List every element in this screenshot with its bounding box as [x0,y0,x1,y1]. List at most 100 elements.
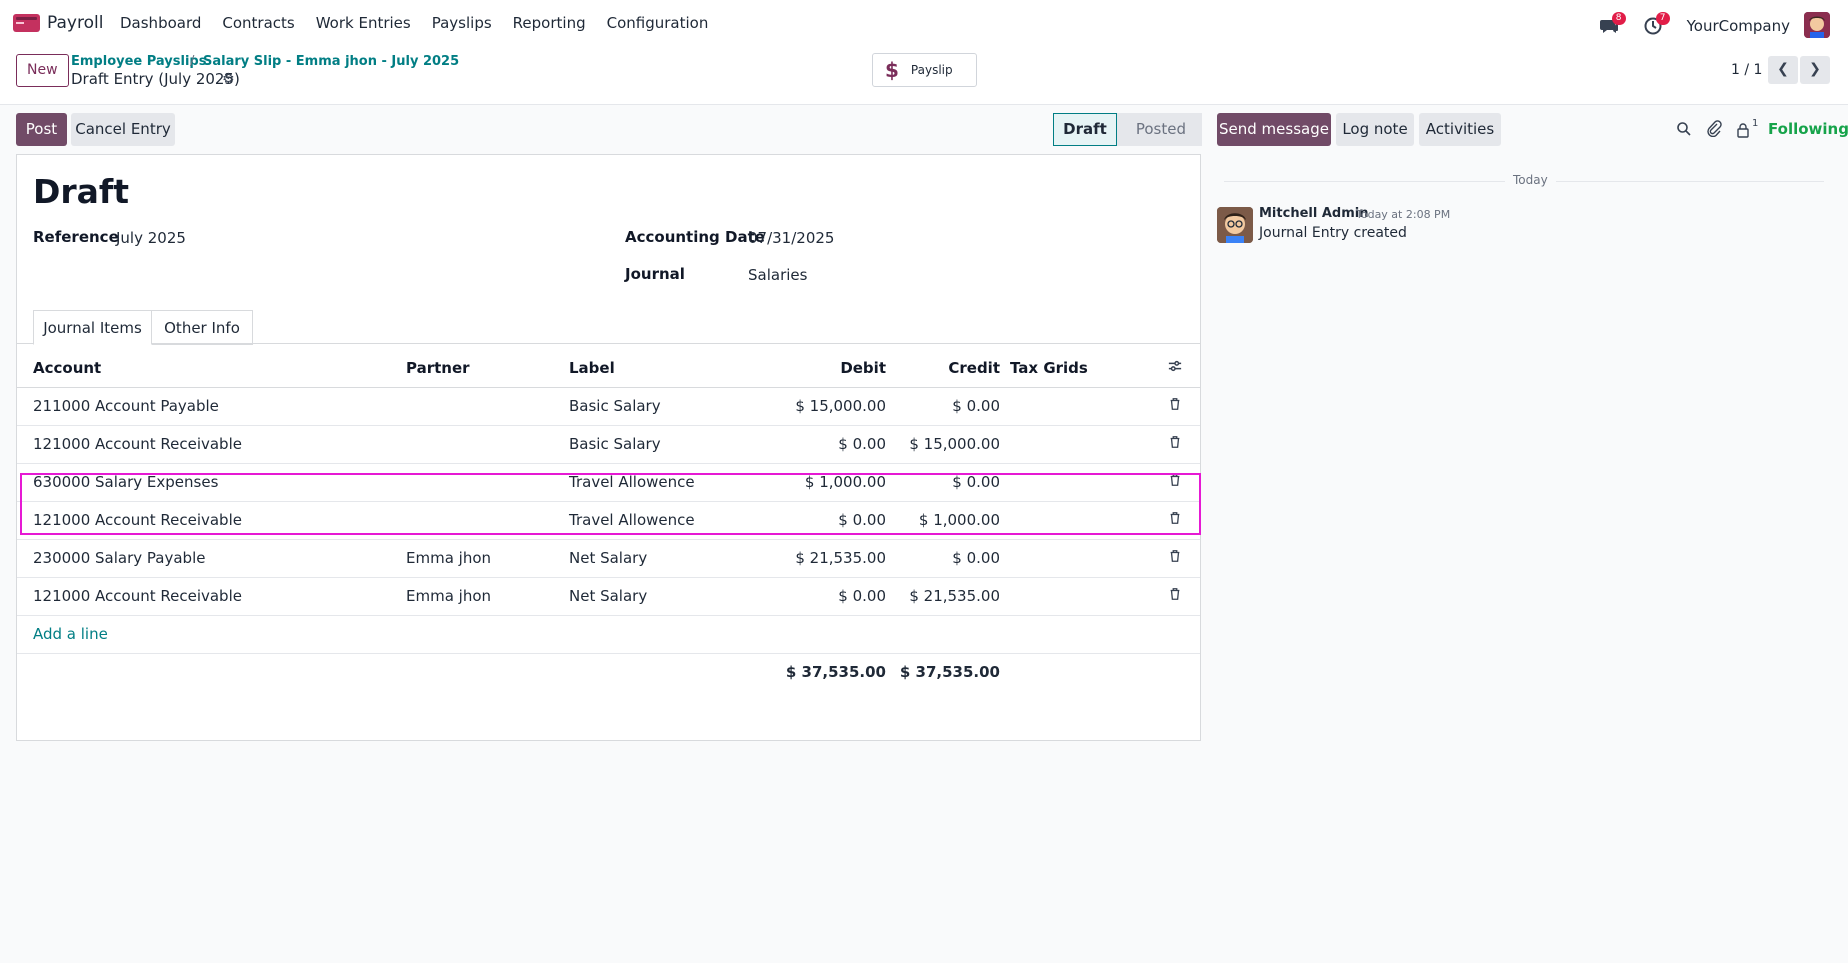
cell-tax-grids[interactable] [1000,577,1150,616]
payroll-app-icon[interactable] [13,14,40,32]
tab-journal-items[interactable]: Journal Items [33,310,152,345]
column-account[interactable]: Account [17,349,406,388]
search-icon[interactable] [1676,121,1692,137]
breadcrumb-salary-slip[interactable]: Salary Slip - Emma jhon - July 2025 [203,54,459,69]
cell-debit[interactable]: $ 21,535.00 [736,539,886,578]
cell-account[interactable]: 230000 Salary Payable [17,539,406,578]
gear-icon[interactable]: ⚙ [222,71,235,87]
highlight-box [20,473,1201,535]
table-row[interactable]: 211000 Account Payable Basic Salary $ 15… [17,387,1200,426]
menu-payslips[interactable]: Payslips [432,14,492,32]
company-switcher[interactable]: YourCompany [1687,17,1790,35]
delete-row-button[interactable] [1150,387,1200,426]
cell-account[interactable]: 121000 Account Receivable [17,425,406,464]
breadcrumb-employee-payslips[interactable]: Employee Payslips [71,54,206,69]
new-button[interactable]: New [16,54,69,87]
cell-tax-grids[interactable] [1000,425,1150,464]
pager-previous-button[interactable]: ❮ [1768,56,1798,84]
cell-credit[interactable]: $ 0.00 [886,387,1000,426]
message-author[interactable]: Mitchell Admin [1259,206,1368,221]
cell-debit[interactable]: $ 0.00 [736,577,886,616]
pager-value[interactable]: 1 / 1 [1731,62,1762,78]
followers-count: 1 [1752,118,1759,129]
activities-badge: 7 [1655,12,1670,25]
cell-debit[interactable]: $ 0.00 [736,425,886,464]
control-panel: New Employee Payslips / Salary Slip - Em… [0,46,1848,105]
trash-icon [1170,588,1180,600]
delete-row-button[interactable] [1150,577,1200,616]
cell-label[interactable]: Net Salary [569,577,736,616]
main-menu: Dashboard Contracts Work Entries Payslip… [120,14,729,32]
activities-button[interactable]: 7 [1643,12,1670,35]
message-author-avatar[interactable] [1217,207,1253,243]
table-row[interactable]: 121000 Account Receivable Basic Salary $… [17,425,1200,464]
payslip-smart-button[interactable]: $ Payslip [872,53,977,87]
send-message-button[interactable]: Send message [1217,113,1331,146]
log-note-button[interactable]: Log note [1336,113,1414,146]
breadcrumb-current: Draft Entry (July 2025) [71,70,240,88]
journal-field[interactable]: Salaries [748,266,807,284]
cell-credit[interactable]: $ 15,000.00 [886,425,1000,464]
menu-reporting[interactable]: Reporting [513,14,586,32]
add-a-line-link[interactable]: Add a line [33,625,108,643]
activities-button-chatter[interactable]: Activities [1419,113,1501,146]
cell-tax-grids[interactable] [1000,539,1150,578]
cell-tax-grids[interactable] [1000,387,1150,426]
accounting-date-field[interactable]: 07/31/2025 [748,229,834,247]
trash-icon [1170,398,1180,410]
trash-icon [1170,436,1180,448]
reference-label: Reference [33,228,119,246]
add-line-row: Add a line [17,615,1200,654]
cell-label[interactable]: Basic Salary [569,387,736,426]
cell-account[interactable]: 211000 Account Payable [17,387,406,426]
messages-button[interactable]: 8 [1599,12,1626,34]
form-sheet: Draft Reference July 2025 Accounting Dat… [16,154,1201,741]
status-draft[interactable]: Draft [1053,113,1117,146]
followers-button[interactable]: 1 [1736,118,1760,138]
cell-partner[interactable]: Emma jhon [406,539,569,578]
column-partner[interactable]: Partner [406,349,569,388]
lock-icon [1737,123,1749,138]
notebook-tabs: Journal Items Other Info [17,310,1200,345]
reference-field[interactable]: July 2025 [116,229,186,247]
breadcrumb-separator: / [190,54,195,69]
app-name[interactable]: Payroll [47,13,103,33]
user-avatar[interactable] [1804,12,1830,38]
column-label[interactable]: Label [569,349,736,388]
column-credit[interactable]: Credit [886,349,1000,388]
table-row[interactable]: 121000 Account Receivable Emma jhon Net … [17,577,1200,616]
menu-dashboard[interactable]: Dashboard [120,14,201,32]
chevron-left-icon: ❮ [1777,61,1789,77]
table-header-row: Account Partner Label Debit Credit Tax G… [17,349,1200,388]
column-debit[interactable]: Debit [736,349,886,388]
column-tax-grids[interactable]: Tax Grids [1000,349,1150,388]
status-posted[interactable]: Posted [1117,113,1202,146]
cell-debit[interactable]: $ 15,000.00 [736,387,886,426]
status-bar: Draft Posted [1053,113,1202,146]
cell-partner[interactable] [406,387,569,426]
cell-credit[interactable]: $ 0.00 [886,539,1000,578]
cancel-entry-button[interactable]: Cancel Entry [71,113,175,146]
cell-label[interactable]: Basic Salary [569,425,736,464]
optional-columns-toggle[interactable] [1150,349,1200,388]
following-button[interactable]: Following [1768,120,1848,138]
menu-configuration[interactable]: Configuration [607,14,709,32]
menu-contracts[interactable]: Contracts [222,14,294,32]
navbar-systray: 8 7 YourCompany [1599,8,1830,38]
post-button[interactable]: Post [16,113,67,146]
cell-partner[interactable] [406,425,569,464]
cell-credit[interactable]: $ 21,535.00 [886,577,1000,616]
table-row[interactable]: 230000 Salary Payable Emma jhon Net Sala… [17,539,1200,578]
delete-row-button[interactable] [1150,425,1200,464]
delete-row-button[interactable] [1150,539,1200,578]
cell-partner[interactable]: Emma jhon [406,577,569,616]
cell-account[interactable]: 121000 Account Receivable [17,577,406,616]
trash-icon [1170,550,1180,562]
pager-next-button[interactable]: ❯ [1800,56,1830,84]
tab-other-info[interactable]: Other Info [152,310,253,345]
cell-label[interactable]: Net Salary [569,539,736,578]
paperclip-icon[interactable] [1706,120,1722,137]
menu-work-entries[interactable]: Work Entries [316,14,411,32]
chevron-right-icon: ❯ [1809,61,1821,77]
total-debit: $ 37,535.00 [785,663,886,682]
